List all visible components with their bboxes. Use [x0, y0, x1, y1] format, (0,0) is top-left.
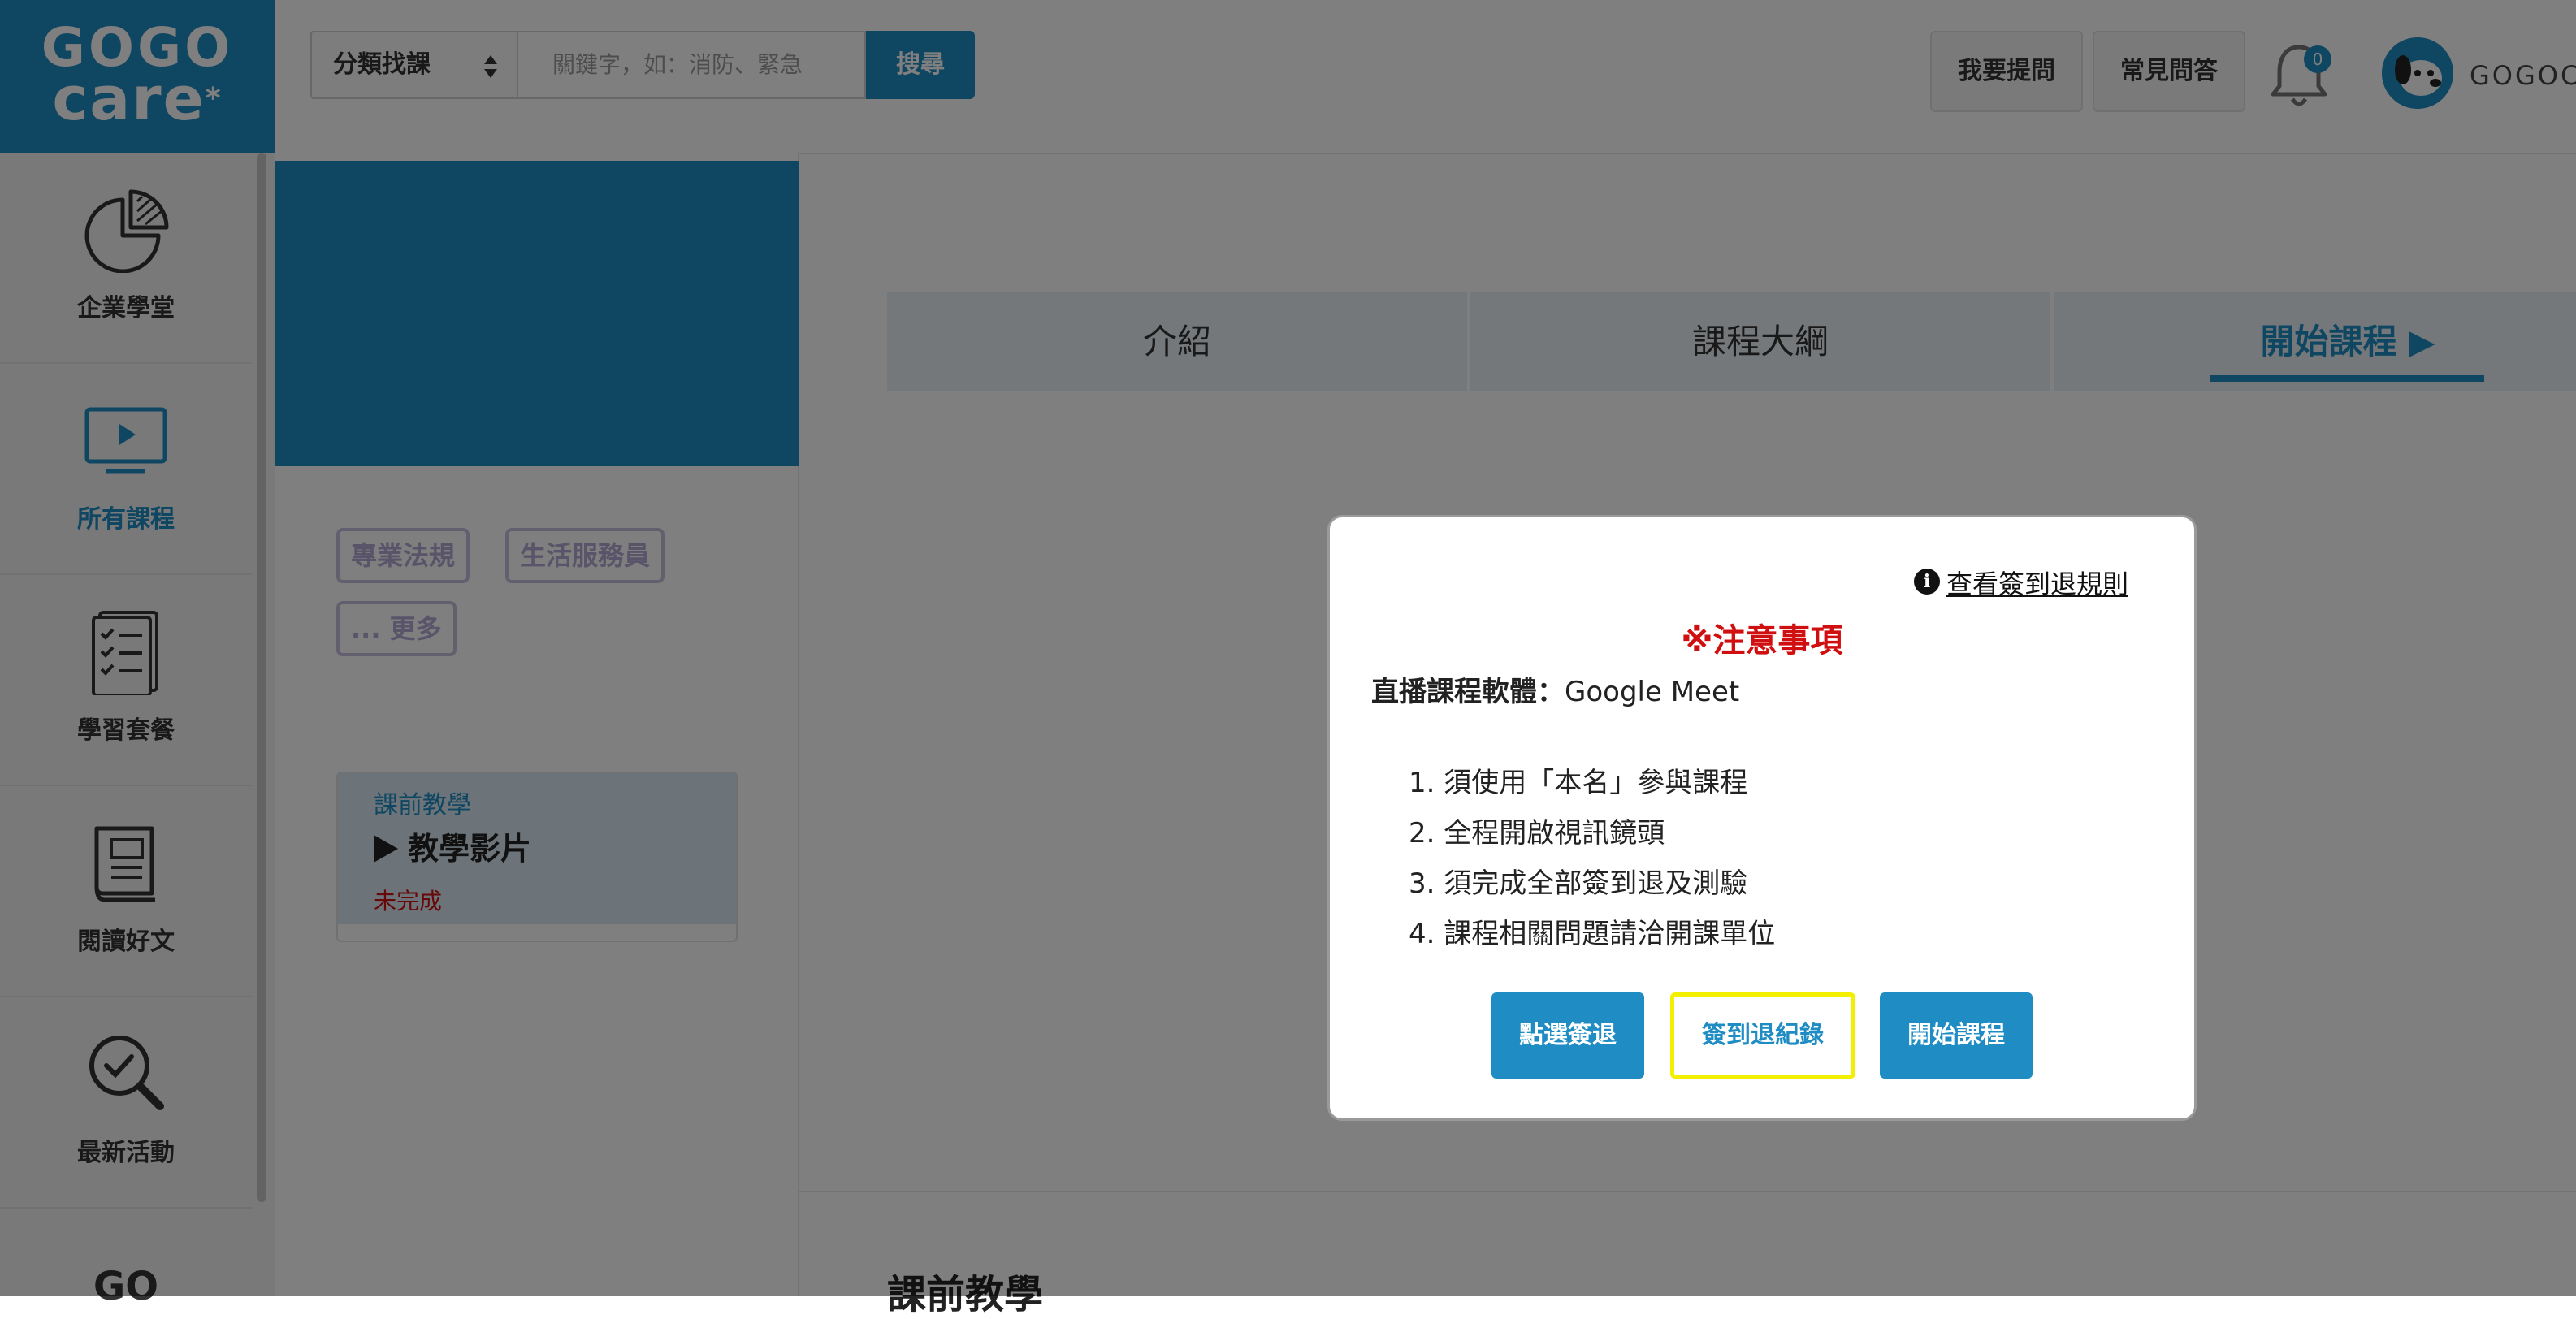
rule-item: 1. 須使用「本名」參與課程: [1409, 767, 1748, 799]
rule-item: 2. 全程開啟視訊鏡頭: [1409, 817, 1665, 850]
info-icon: i: [1914, 569, 1940, 595]
rule-item: 3. 須完成全部簽到退及測驗: [1409, 867, 1748, 900]
rule-item: 4. 課程相關問題請洽開課單位: [1409, 918, 1776, 950]
notice-title: ※注意事項: [1681, 622, 1843, 660]
check-out-button[interactable]: 點選簽退: [1491, 992, 1644, 1079]
view-checkin-rules-link[interactable]: 查看簽到退規則: [1946, 564, 2128, 601]
software-value: Google Meet: [1565, 676, 1740, 708]
start-course-button[interactable]: 開始課程: [1880, 992, 2033, 1079]
software-label: 直播課程軟體：: [1371, 676, 1565, 708]
attendance-records-button[interactable]: 簽到退紀錄: [1670, 992, 1855, 1079]
software-line: 直播課程軟體：Google Meet: [1371, 669, 1739, 709]
